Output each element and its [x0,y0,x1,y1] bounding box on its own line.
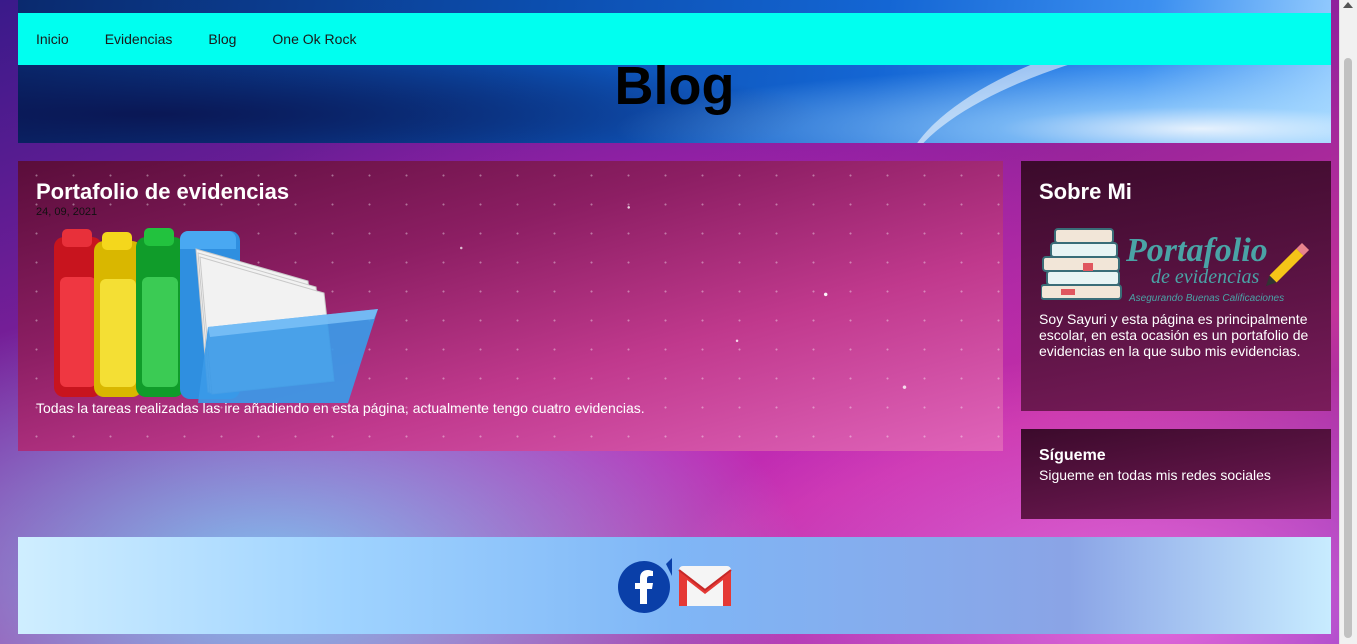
follow-text: Sigueme en todas mis redes sociales [1039,467,1271,483]
logo-subtitle: de evidencias [1151,266,1259,288]
nav-item-one-ok-rock[interactable]: One Ok Rock [272,31,356,47]
follow-widget-title: Sígueme [1039,447,1106,464]
follow-widget: Sígueme Sigueme en todas mis redes socia… [1021,429,1331,519]
vertical-scrollbar[interactable] [1339,0,1357,644]
about-text: Soy Sayuri y esta página es principalmen… [1039,311,1309,359]
facebook-icon[interactable] [616,558,672,614]
portafolio-logo: Portafolio de evidencias Asegurando Buen… [1041,228,1310,304]
post-excerpt: Todas la tareas realizadas las ire añadi… [36,400,645,416]
nav-item-blog[interactable]: Blog [208,31,236,47]
scroll-up-arrow-icon[interactable] [1343,2,1353,8]
about-widget: Sobre Mi Portafolio de evidencias Asegur… [1021,161,1331,411]
scrollbar-thumb[interactable] [1344,58,1352,638]
post-title[interactable]: Portafolio de evidencias [36,179,289,205]
pencil-icon [1265,242,1310,287]
about-widget-title: Sobre Mi [1039,179,1132,204]
logo-title: Portafolio [1125,232,1268,269]
blue-folder [180,231,378,403]
gmail-icon[interactable] [677,558,733,614]
footer [18,537,1331,634]
logo-tagline: Asegurando Buenas Calificaciones [1128,293,1284,304]
post-date: 24, 09, 2021 [36,206,98,218]
books-icon [1041,228,1122,300]
blog-post-card: Portafolio de evidencias 24, 09, 2021 To… [18,161,1003,451]
top-navbar: Inicio Evidencias Blog One Ok Rock [18,13,1331,65]
nav-item-inicio[interactable]: Inicio [36,31,69,47]
yellow-folder [94,232,142,397]
green-folder [136,228,184,397]
colored-folders-icon [54,228,378,403]
nav-item-evidencias[interactable]: Evidencias [105,31,173,47]
